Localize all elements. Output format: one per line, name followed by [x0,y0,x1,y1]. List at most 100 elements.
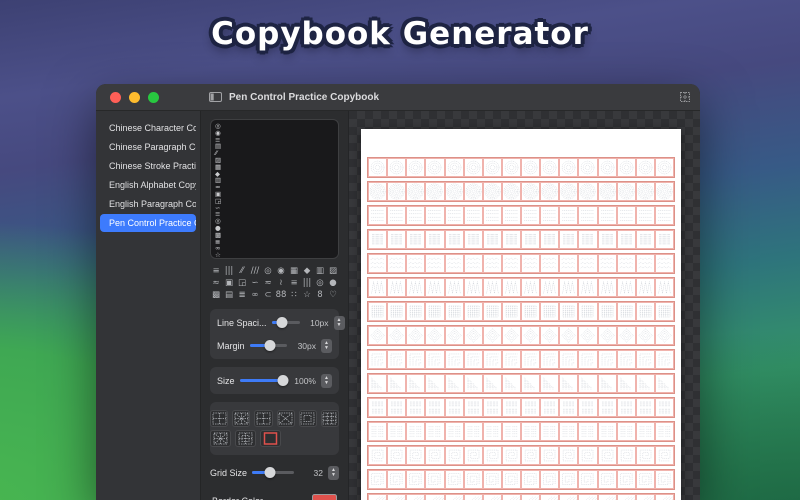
grid-cell [654,302,674,321]
grid-cell [540,278,560,297]
grid-cell [635,470,655,489]
size-stepper[interactable]: ▲ ▼ [321,373,332,388]
grid-cell [406,230,426,249]
symbol-button[interactable]: ◆ [301,265,313,277]
symbol-button[interactable]: ∽ [249,277,261,289]
grid-cell [616,254,636,273]
grid-cell [616,374,636,393]
symbol-button[interactable]: ◉ [275,265,287,277]
symbol-button[interactable]: ☆ [301,289,313,301]
grid-cell [368,326,388,345]
grid-cell [559,374,579,393]
grid-cell [406,494,426,500]
symbol-button[interactable]: ∞ [249,289,261,301]
symbol-button[interactable]: ♡ [327,289,339,301]
slider-thumb[interactable] [276,317,288,328]
grid-cell [406,206,426,225]
symbol-button[interactable]: ● [327,277,339,289]
grid-cell [501,158,521,177]
grid-style-jing-button[interactable] [235,430,256,447]
grid-style-mi2-button[interactable] [210,430,231,447]
grid-cell [387,446,407,465]
grid-cell [463,350,483,369]
sidebar-item[interactable]: Chinese Paragraph Cop... [100,138,196,156]
slider-thumb[interactable] [277,375,289,386]
symbol-button[interactable]: ||| [301,277,313,289]
minimize-button[interactable] [129,91,140,103]
symbol-button[interactable]: ⁄⁄ [236,265,248,277]
grid-cell [635,158,655,177]
grid-cell [425,302,445,321]
grid-style-x-button[interactable] [276,410,295,427]
grid-cell [368,470,388,489]
slider-thumb[interactable] [264,467,276,478]
line-spacing-slider[interactable] [271,317,300,328]
symbol-button[interactable]: ▤ [223,289,235,301]
symbol-button[interactable]: ≣ [236,289,248,301]
grid-cell [444,398,464,417]
symbol-button[interactable]: ▩ [210,289,222,301]
grid-cell [616,494,636,500]
grid-cell [425,446,445,465]
grid-cell [597,446,617,465]
symbol-button[interactable]: 8 [314,289,326,301]
symbol-button[interactable]: 88 [275,289,287,301]
grid-cell [597,230,617,249]
pattern-row-vdash [367,397,675,418]
sidebar-item[interactable]: English Paragraph Copy... [100,195,196,213]
sidebar-item[interactable]: Chinese Character Cop... [100,119,196,137]
margin-slider[interactable] [249,340,287,351]
symbol-button[interactable]: ≈ [210,277,222,289]
border-color-swatch[interactable] [312,493,337,500]
grid-style-mi-button[interactable] [232,410,251,427]
symbol-button[interactable]: ◲ [236,277,248,289]
grid-cell [597,374,617,393]
grid-cell [635,374,655,393]
symbol-button[interactable]: ◎ [314,277,326,289]
grid-cell [597,278,617,297]
titlebar[interactable]: Pen Control Practice Copybook [96,84,700,111]
grid-cell [463,206,483,225]
symbol-button[interactable]: ⊂ [262,289,274,301]
grid-style-plain-button[interactable] [260,430,281,447]
line-spacing-stepper[interactable]: ▲ ▼ [333,315,345,330]
grid-cell [559,446,579,465]
symbols-input[interactable]: ◎ ◉ ≡ ▤ ⁄⁄ ▨ ▦ ◆ ▥ ≈ ▣ ◲ ∽ ≡ ◎ ● ▩ ≣ ∞ ☆… [210,119,339,259]
grid-cell [654,278,674,297]
grid-style-cross-button[interactable] [254,410,273,427]
sidebar-item[interactable]: English Alphabet Copyb... [100,176,196,194]
symbol-button[interactable]: ◎ [262,265,274,277]
symbol-button[interactable]: ▣ [223,277,235,289]
grid-export-icon[interactable] [680,92,690,102]
size-slider[interactable] [239,375,289,386]
margin-stepper[interactable]: ▲ ▼ [321,338,332,353]
symbol-button[interactable]: ▨ [327,265,339,277]
sidebar-item[interactable]: Pen Control Practice C... [100,214,196,232]
sidebar-item[interactable]: Chinese Stroke Practic... [100,157,196,175]
close-button[interactable] [110,91,121,103]
symbol-button[interactable]: ≡ [210,265,222,277]
grid-style-hui-button[interactable] [298,410,317,427]
symbol-button[interactable]: /// [249,265,261,277]
grid-size-slider[interactable] [252,467,294,478]
grid-cell [387,158,407,177]
grid-cell [501,278,521,297]
grid-style-tian-button[interactable] [210,410,229,427]
slider-thumb[interactable] [264,340,276,351]
symbol-button[interactable]: ▥ [314,265,326,277]
grid-size-stepper[interactable]: ▲ ▼ [328,465,339,480]
symbol-button[interactable]: ≡ [288,277,300,289]
zoom-button[interactable] [148,91,159,103]
symbol-button[interactable]: ≂ [262,277,274,289]
grid-cell [463,158,483,177]
line-spacing-value: 10px [310,317,329,328]
grid-cell [521,446,541,465]
symbol-button[interactable]: ≀ [275,277,287,289]
grid-cell [597,182,617,201]
symbol-button[interactable]: ||| [223,265,235,277]
symbol-button[interactable]: ▦ [288,265,300,277]
sidebar-toggle-icon[interactable] [209,92,222,102]
grid-cell [463,326,483,345]
grid-style-jiu-button[interactable] [320,410,340,427]
symbol-button[interactable]: ∷ [288,289,300,301]
